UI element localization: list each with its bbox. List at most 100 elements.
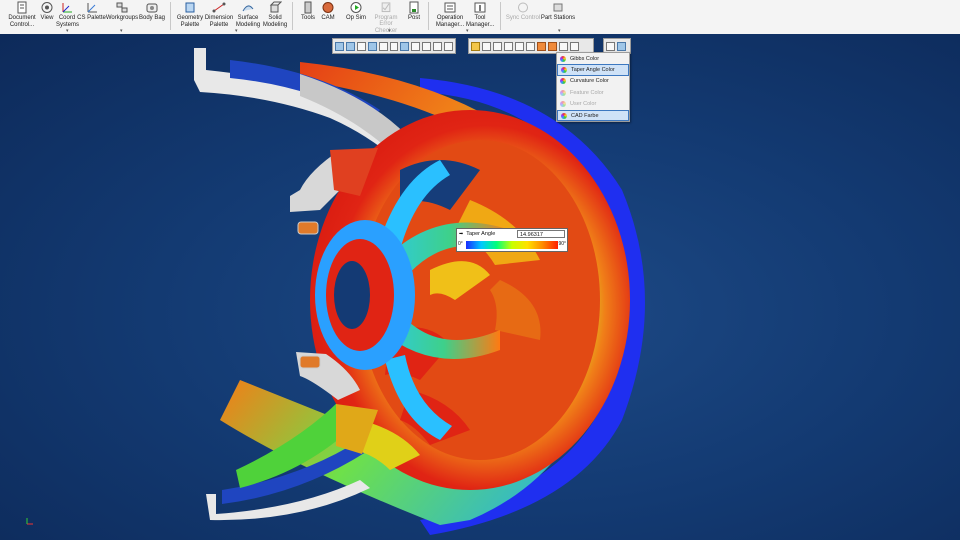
program-error-checker-label: Program Error Checker bbox=[374, 14, 398, 34]
solid-modeling-label: Solid Modeling bbox=[262, 15, 288, 28]
ribbon-toolbar: Document Control... View Coord Systems C… bbox=[0, 0, 960, 35]
geometry-palette-button[interactable]: Geometry Palette bbox=[176, 0, 204, 34]
tools-label: Tools bbox=[300, 15, 315, 21]
menu-item-user-color[interactable]: User Color bbox=[557, 99, 629, 110]
scale-min-label: 0° bbox=[458, 241, 463, 247]
pan-icon[interactable] bbox=[411, 41, 421, 51]
scale-max-label: 90° bbox=[558, 241, 566, 247]
graphics-viewport[interactable]: ➡ Taper Angle 14.96317 0° 90° bbox=[0, 34, 960, 540]
coord-systems-label: Coord Systems bbox=[56, 15, 80, 28]
color-wheel-icon bbox=[561, 67, 567, 74]
rotate-icon[interactable] bbox=[400, 41, 410, 51]
workgroups-icon bbox=[116, 2, 128, 13]
layer-icon[interactable] bbox=[482, 41, 491, 51]
dimension-palette-icon bbox=[212, 2, 226, 13]
geometry-palette-label: Geometry Palette bbox=[176, 15, 204, 28]
cam-icon bbox=[322, 2, 334, 13]
tool-manager-icon bbox=[474, 2, 486, 13]
menu-item-label: Taper Angle Color bbox=[571, 67, 615, 74]
menu-item-taper-angle-color[interactable]: Taper Angle Color bbox=[557, 64, 629, 76]
menu-item-label: User Color bbox=[570, 101, 597, 108]
sync-control-label: Sync Control bbox=[505, 15, 541, 21]
color-wheel-icon bbox=[561, 112, 567, 119]
cs-palette-button[interactable]: CS Palette bbox=[77, 0, 106, 34]
view-button[interactable]: View bbox=[38, 0, 56, 34]
ribbon-separator bbox=[292, 2, 293, 30]
sync-control-button[interactable]: Sync Control bbox=[506, 0, 540, 34]
probe-label: Taper Angle bbox=[466, 231, 496, 237]
solid-modeling-button[interactable]: Solid Modeling bbox=[262, 0, 288, 34]
zoom-fit-icon[interactable] bbox=[378, 41, 388, 51]
solid-modeling-icon bbox=[269, 1, 282, 13]
hidden-line-icon[interactable] bbox=[444, 41, 453, 51]
display-options-icon[interactable] bbox=[570, 41, 579, 51]
coord-systems-icon bbox=[62, 3, 72, 13]
operation-manager-icon bbox=[444, 2, 456, 13]
post-label: Post bbox=[407, 15, 420, 21]
body-bag-icon bbox=[146, 3, 158, 13]
post-icon bbox=[409, 1, 419, 14]
view-label: View bbox=[40, 15, 54, 21]
view-iso-icon[interactable] bbox=[367, 41, 377, 51]
zoom-window-icon[interactable] bbox=[389, 41, 399, 51]
surface-modeling-button[interactable]: Surface Modeling bbox=[234, 0, 262, 34]
color-mode-icon[interactable] bbox=[548, 41, 557, 51]
shading-color-icon[interactable] bbox=[537, 41, 546, 51]
body-bag-label: Body Bag bbox=[138, 15, 166, 21]
menu-item-label: Gibbs Color bbox=[570, 55, 600, 62]
highlight-icon[interactable] bbox=[471, 41, 480, 51]
surface-modeling-icon bbox=[242, 5, 254, 12]
workgroups-label: Workgroups bbox=[105, 15, 139, 21]
menu-item-cad-farbe[interactable]: CAD Farbe bbox=[557, 109, 629, 122]
geometry-palette-icon bbox=[185, 2, 195, 13]
color-mode-menu: Gibbs Color Taper Angle Color Curvature … bbox=[556, 52, 630, 123]
op-sim-button[interactable]: Op Sim bbox=[344, 0, 368, 34]
color-wheel-icon bbox=[560, 89, 566, 96]
ribbon-separator bbox=[500, 2, 501, 30]
program-error-checker-button[interactable]: Program Error Checker bbox=[368, 0, 404, 34]
ribbon-separator bbox=[170, 2, 171, 30]
op-sim-label: Op Sim bbox=[345, 15, 366, 21]
cam-label: CAM bbox=[321, 15, 335, 21]
menu-item-gibbs-color[interactable]: Gibbs Color bbox=[557, 53, 629, 64]
cam-button[interactable]: CAM bbox=[318, 0, 338, 34]
render-icon[interactable] bbox=[504, 41, 513, 51]
tools-icon bbox=[304, 1, 312, 14]
dimension-palette-label: Dimension Palette bbox=[204, 15, 234, 28]
sync-control-icon bbox=[518, 2, 528, 13]
help-icon[interactable] bbox=[617, 41, 626, 51]
probe-pin-icon[interactable]: ➡ bbox=[459, 231, 463, 237]
tools-button[interactable]: Tools bbox=[298, 0, 318, 34]
menu-item-label: Feature Color bbox=[570, 89, 604, 96]
section-icon[interactable] bbox=[515, 41, 524, 51]
menu-item-feature-color[interactable]: Feature Color bbox=[557, 87, 629, 98]
view-front-icon[interactable] bbox=[345, 41, 355, 51]
zoom-icon[interactable] bbox=[606, 41, 615, 51]
menu-item-label: Curvature Color bbox=[570, 78, 609, 85]
chevron-down-icon[interactable] bbox=[559, 41, 568, 51]
view-top-icon[interactable] bbox=[356, 41, 366, 51]
document-control-button[interactable]: Document Control... bbox=[8, 0, 36, 34]
menu-item-label: CAD Farbe bbox=[571, 112, 599, 119]
measure-icon[interactable] bbox=[526, 41, 535, 51]
color-scale-bar bbox=[466, 241, 558, 249]
wireframe-icon[interactable] bbox=[433, 41, 443, 51]
color-wheel-icon bbox=[560, 55, 566, 62]
probe-value: 14.96317 bbox=[517, 230, 565, 238]
select-icon[interactable] bbox=[493, 41, 502, 51]
view-cube-icon[interactable] bbox=[335, 41, 344, 51]
body-bag-button[interactable]: Body Bag bbox=[139, 0, 165, 34]
dimension-palette-button[interactable]: Dimension Palette bbox=[204, 0, 234, 34]
part-stations-icon bbox=[553, 3, 563, 12]
shaded-icon[interactable] bbox=[422, 41, 432, 51]
cs-palette-icon bbox=[87, 3, 97, 13]
operation-manager-button[interactable]: Operation Manager... bbox=[434, 0, 466, 34]
wheel-model bbox=[194, 48, 645, 535]
menu-item-curvature-color[interactable]: Curvature Color bbox=[557, 76, 629, 87]
tool-manager-button[interactable]: Tool Manager... bbox=[466, 0, 494, 34]
post-button[interactable]: Post bbox=[404, 0, 424, 34]
taper-angle-probe: ➡ Taper Angle 14.96317 0° 90° bbox=[456, 228, 568, 252]
document-control-label: Document Control... bbox=[8, 15, 36, 28]
part-stations-label: Part Stations bbox=[540, 15, 576, 21]
tool-manager-label: Tool Manager... bbox=[466, 15, 495, 28]
